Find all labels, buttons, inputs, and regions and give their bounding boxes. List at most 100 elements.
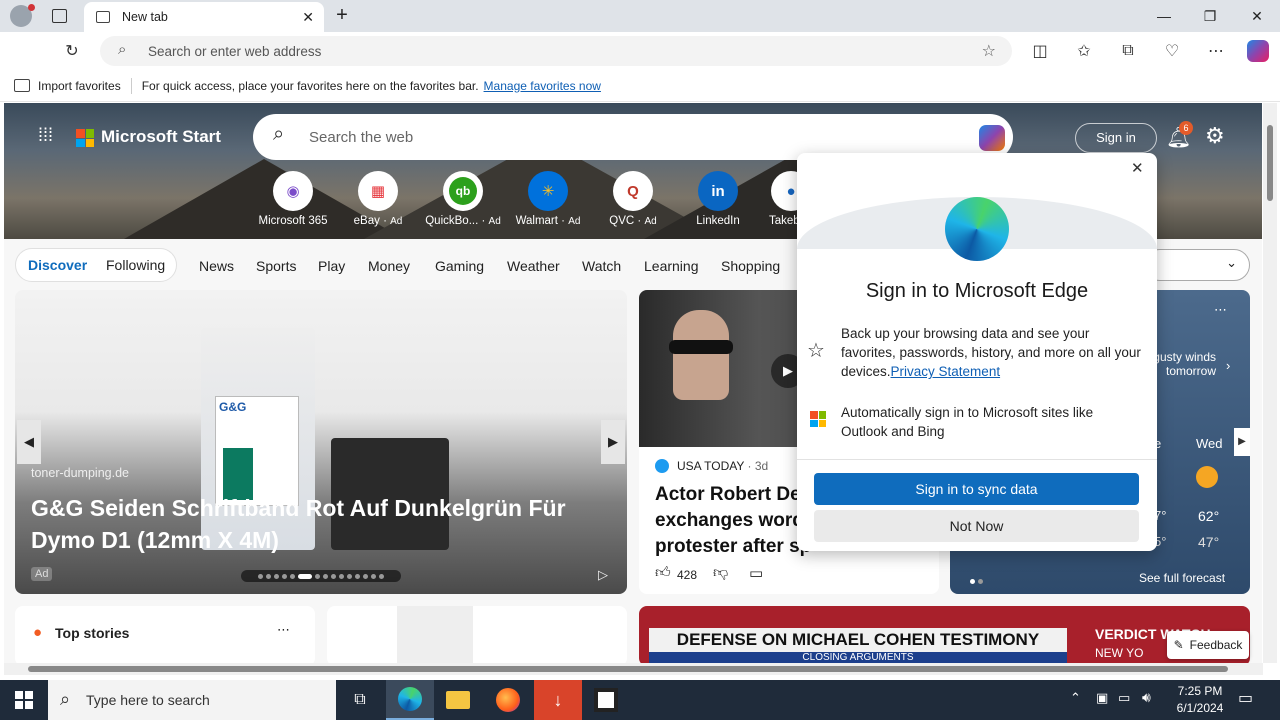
dialog-close-icon[interactable]: ✕ [1131,159,1144,177]
nav-watch[interactable]: Watch [582,258,621,274]
not-now-button[interactable]: Not Now [814,510,1139,542]
new-tab-button[interactable]: + [330,4,354,28]
horizontal-scrollbar[interactable] [4,663,1263,675]
quick-link-linkedin[interactable]: in LinkedIn [678,171,758,227]
tab-new-tab[interactable]: New tab ✕ [84,2,324,32]
windows-start-icon[interactable] [0,680,48,720]
file-explorer-icon[interactable] [434,680,482,720]
tray-chevron-icon[interactable]: ⌃ [1070,690,1081,706]
quick-link-microsoft365[interactable]: ◉ Microsoft 365 [253,171,333,227]
carousel-next-button[interactable]: ▶ [601,420,625,464]
publisher-logo [655,459,669,473]
refresh-icon[interactable]: ↻ [58,38,86,64]
ebay-icon: ▦ [358,171,398,211]
quick-link-walmart[interactable]: ✳ Walmart · Ad [508,171,588,227]
favorites-bar: Import favorites For quick access, place… [0,70,1280,102]
settings-more-icon[interactable]: ⋯ [1202,38,1230,64]
firefox-icon[interactable] [484,680,532,720]
ad-hero-card[interactable]: G&G ◀ ▶ toner-dumping.de G&G Seiden Schr… [15,290,627,594]
carousel-prev-button[interactable]: ◀ [17,420,41,464]
carousel-dots[interactable] [241,570,401,582]
split-screen-icon[interactable]: ◫ [1026,38,1054,64]
network-icon[interactable]: ▭ [1118,690,1130,706]
nav-news[interactable]: News [199,258,234,274]
weather-scroll-button[interactable]: ▶ [1234,428,1250,456]
tab-strip: New tab ✕ + — ❐ ✕ [0,0,1280,32]
action-center-icon[interactable]: ▭ [1238,688,1253,708]
nav-gaming[interactable]: Gaming [435,258,484,274]
microsoft-logo [76,129,94,147]
news-age: · 3d [747,459,769,473]
privacy-statement-link[interactable]: Privacy Statement [891,364,1001,379]
browser-essentials-icon[interactable]: ♡ [1158,38,1186,64]
tab-actions-icon[interactable] [52,9,67,23]
nav-play[interactable]: Play [318,258,345,274]
copilot-icon[interactable] [1244,38,1272,64]
top-stories-heading: Top stories [55,625,130,641]
page-settings-icon[interactable]: ⚙ [1205,123,1225,149]
sign-in-button[interactable]: Sign in [1075,123,1157,153]
task-view-icon[interactable]: ⧉ [336,680,384,720]
feed-layout-dropdown[interactable]: ⌄ [1144,249,1250,281]
edge-logo-icon [945,197,1009,261]
close-tab-icon[interactable]: ✕ [302,9,314,26]
manage-favorites-link[interactable]: Manage favorites now [484,79,601,93]
vertical-scrollbar[interactable] [1263,103,1277,663]
tab-following[interactable]: Following [106,257,165,273]
apps-grid-icon[interactable]: ⁞⁞⁞ [38,126,56,145]
search-icon: ⌕ [273,123,285,145]
see-full-forecast-link[interactable]: See full forecast [1139,571,1225,585]
quick-link-quickbooks[interactable]: qb QuickBo... · Ad [423,171,503,227]
video-card[interactable]: DEFENSE ON MICHAEL COHEN TESTIMONY CLOSI… [639,606,1250,663]
comments-icon[interactable]: ▭ [749,564,763,582]
address-bar[interactable]: ⌕ Search or enter web address ☆ [100,36,1012,66]
favorite-star-icon[interactable]: ☆ [982,41,996,61]
weather-page-dots[interactable] [968,572,984,587]
weather-more-icon[interactable]: ⋯ [1214,302,1227,318]
ad-headline[interactable]: G&G Seiden Schriftband Rot Auf Dunkelgrü… [31,492,591,556]
like-icon[interactable]: 👍︎ [655,564,671,582]
import-favorites-button[interactable]: Import favorites [38,79,121,93]
minimize-icon[interactable]: — [1141,0,1187,32]
quick-link-qvc[interactable]: Q QVC · Ad [593,171,673,227]
flame-icon: ● [33,624,43,641]
feedback-button[interactable]: ✎ Feedback [1167,631,1249,659]
tab-title: New tab [122,10,168,24]
tray-device-icon[interactable]: ▣ [1096,690,1108,706]
sign-in-dialog: ✕ Sign in to Microsoft Edge ☆ Back up yo… [797,153,1157,551]
weather-next-icon[interactable]: › [1226,358,1230,373]
download-app-icon[interactable]: ↓ [534,680,582,720]
close-window-icon[interactable]: ✕ [1234,0,1280,32]
volume-icon[interactable]: 🔊︎ [1142,689,1151,706]
quick-link-ebay[interactable]: ▦ eBay · Ad [338,171,418,227]
nav-sports[interactable]: Sports [256,258,296,274]
nav-learning[interactable]: Learning [644,258,699,274]
brand-name[interactable]: Microsoft Start [101,127,221,147]
collections-icon[interactable]: ⧉ [1114,38,1142,64]
top-stories-card: ● Top stories ⋯ [15,606,315,663]
clock-time: 7:25 PM [1177,684,1223,698]
taskbar-search-box[interactable]: ⌕ Type here to search [48,680,336,720]
ad-card-small[interactable] [327,606,627,663]
maximize-icon[interactable]: ❐ [1187,0,1233,32]
walmart-icon: ✳ [528,171,568,211]
top-stories-more-icon[interactable]: ⋯ [277,622,290,638]
nav-shopping[interactable]: Shopping [721,258,780,274]
clock[interactable]: 7:25 PM 6/1/2024 [1166,683,1234,717]
app-grid-icon[interactable] [582,680,630,720]
favorites-icon[interactable]: ✩ [1070,38,1098,64]
tab-discover[interactable]: Discover [28,257,87,273]
sign-in-sync-button[interactable]: Sign in to sync data [814,473,1139,505]
ad-choices-icon[interactable]: ▷ [598,567,608,583]
copilot-icon[interactable] [979,125,1005,151]
nav-weather[interactable]: Weather [507,258,560,274]
taskbar-search-placeholder: Type here to search [86,692,210,708]
dialog-divider [797,459,1157,460]
profile-alert-dot [28,4,35,11]
chevron-down-icon: ⌄ [1226,255,1237,270]
dislike-icon[interactable]: 👎︎ [713,564,728,582]
nav-money[interactable]: Money [368,258,410,274]
edge-taskbar-icon[interactable] [386,680,434,720]
ad-source: toner-dumping.de [31,466,129,480]
notification-count-badge: 6 [1179,121,1193,135]
